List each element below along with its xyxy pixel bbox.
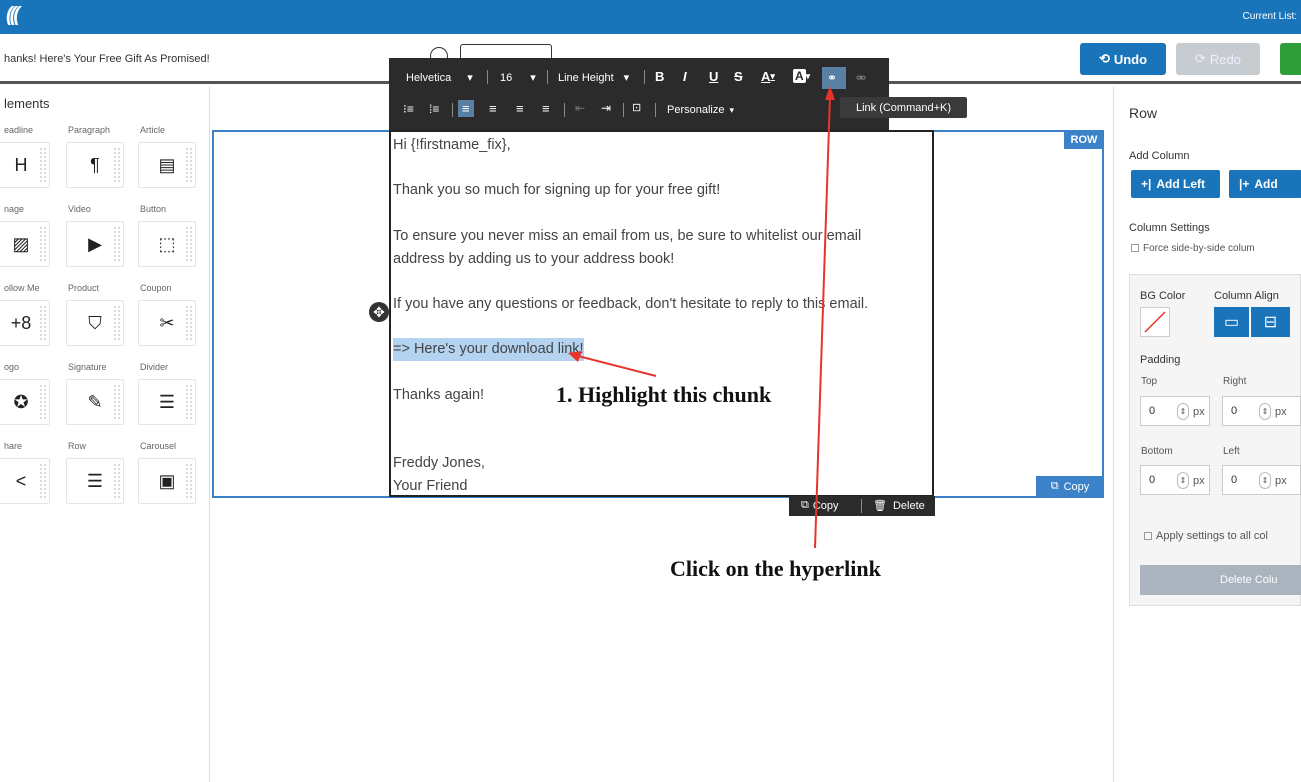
arrowhead-link xyxy=(825,86,835,100)
annotation-step-1: 1. Highlight this chunk xyxy=(556,382,772,407)
arrowhead-highlight xyxy=(568,351,582,362)
arrow-to-link xyxy=(814,95,831,549)
annotation-step-2: Click on the hyperlink xyxy=(670,556,881,581)
arrow-to-highlight xyxy=(577,355,657,377)
